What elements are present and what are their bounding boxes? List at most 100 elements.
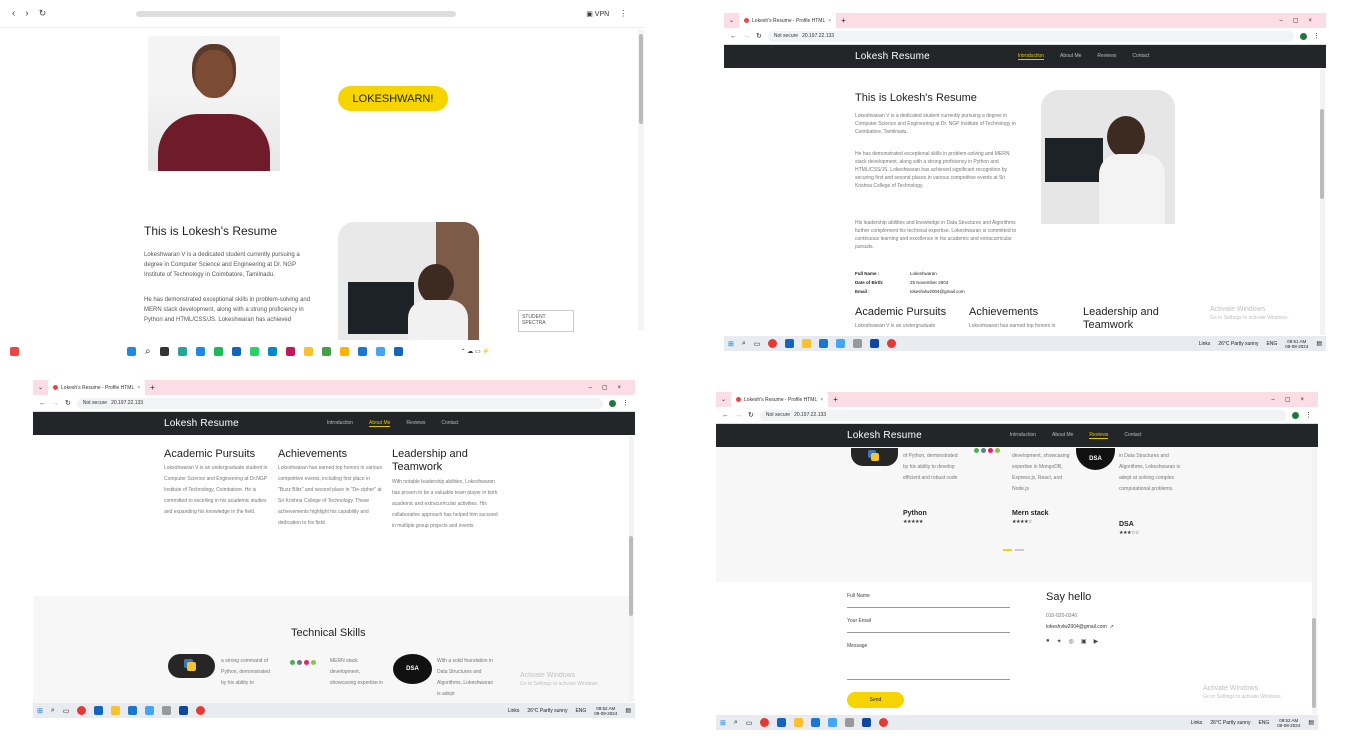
site-brand[interactable]: Lokesh Resume: [855, 51, 930, 62]
page-scrollbar[interactable]: [1320, 69, 1325, 335]
app-icon[interactable]: [836, 339, 846, 348]
app-icon[interactable]: [127, 346, 136, 356]
start-icon[interactable]: ⊞: [37, 707, 43, 715]
tab-list-icon[interactable]: ⌄: [716, 396, 731, 403]
nav-about[interactable]: About Me: [1060, 53, 1081, 60]
carousel-dot-active[interactable]: [1003, 549, 1012, 551]
app-icon[interactable]: [249, 346, 259, 356]
app-icon[interactable]: [853, 339, 863, 348]
app-icon[interactable]: [393, 346, 403, 356]
nav-introduction[interactable]: Introduction: [327, 420, 353, 427]
folder-icon[interactable]: [111, 706, 121, 715]
folder-icon[interactable]: [802, 339, 812, 348]
app-icon[interactable]: [375, 346, 385, 356]
new-tab-icon[interactable]: +: [836, 16, 851, 25]
menu-dots-icon[interactable]: ⋮: [1313, 32, 1320, 40]
url-field[interactable]: Not secure 20.197.22.133: [759, 409, 1286, 421]
message-textarea[interactable]: [847, 650, 1010, 680]
page-scrollbar[interactable]: [629, 436, 634, 702]
app-icon[interactable]: [285, 346, 295, 356]
tray-lang[interactable]: ENG: [1258, 720, 1269, 726]
back-icon[interactable]: ←: [722, 412, 729, 419]
chrome-icon[interactable]: [196, 706, 206, 715]
start-icon[interactable]: ⊞: [720, 719, 726, 727]
close-tab-icon[interactable]: ×: [828, 18, 831, 24]
full-name-input[interactable]: [847, 600, 1010, 608]
back-arrow-icon[interactable]: ‹: [12, 8, 15, 19]
site-brand[interactable]: Lokesh Resume: [847, 430, 922, 441]
app-icon[interactable]: [870, 339, 880, 348]
app-icon[interactable]: [357, 346, 367, 356]
carousel-dot[interactable]: [1015, 549, 1024, 551]
app-icon[interactable]: [811, 718, 821, 727]
chrome-icon[interactable]: [760, 718, 770, 727]
chrome-icon[interactable]: [768, 339, 778, 348]
chrome-icon[interactable]: [77, 706, 87, 715]
browser-tab[interactable]: Lokesh's Resume - Profile HTML ×: [739, 13, 837, 28]
app-icon[interactable]: [267, 346, 277, 356]
email-input[interactable]: [847, 625, 1010, 633]
nav-reviews[interactable]: Reviews: [1089, 432, 1109, 439]
app-icon[interactable]: [195, 346, 205, 356]
new-tab-icon[interactable]: +: [145, 383, 160, 392]
new-tab-icon[interactable]: +: [828, 395, 843, 404]
app-icon[interactable]: [862, 718, 872, 727]
search-icon[interactable]: ⌕: [734, 719, 738, 727]
weather-widget[interactable]: 26°C Partly sunny: [1218, 341, 1258, 347]
send-button[interactable]: Send: [847, 692, 904, 708]
phone-scrollbar[interactable]: [638, 30, 644, 330]
reload-icon[interactable]: ↻: [756, 32, 762, 40]
menu-dots-icon[interactable]: ⋮: [622, 399, 629, 407]
tray-lang[interactable]: ENG: [575, 708, 586, 714]
browser-tab[interactable]: Lokesh's Resume - Profile HTML ×: [731, 392, 829, 407]
search-icon[interactable]: ⌕: [742, 340, 746, 348]
taskbar-links[interactable]: Links: [1191, 720, 1203, 726]
app-icon[interactable]: [179, 706, 189, 715]
chrome-icon[interactable]: [887, 339, 897, 348]
weather-widget[interactable]: 26°C Partly sunny: [527, 708, 567, 714]
notifications-icon[interactable]: ▤: [625, 707, 631, 714]
search-icon[interactable]: ⌕: [51, 707, 55, 715]
nav-about[interactable]: About Me: [1052, 432, 1073, 439]
url-blurred[interactable]: [136, 10, 457, 17]
app-icon[interactable]: [845, 718, 855, 727]
taskbar-links[interactable]: Links: [1199, 341, 1211, 347]
app-icon[interactable]: [128, 706, 138, 715]
app-icon[interactable]: [10, 346, 19, 356]
youtube-icon[interactable]: ▶: [1094, 638, 1099, 645]
menu-dots-icon[interactable]: ⋮: [619, 9, 627, 18]
forward-icon[interactable]: →: [735, 412, 742, 419]
chrome-icon[interactable]: [879, 718, 889, 727]
tray-lang[interactable]: ENG: [1266, 341, 1277, 347]
app-icon[interactable]: [777, 718, 787, 727]
forward-icon[interactable]: →: [743, 33, 750, 40]
url-field[interactable]: Not secure 20.197.22.133: [767, 30, 1294, 42]
task-view-icon[interactable]: ▭: [746, 719, 753, 727]
app-icon[interactable]: [145, 706, 155, 715]
nav-reviews[interactable]: Reviews: [1097, 53, 1116, 60]
task-view-icon[interactable]: ▭: [63, 707, 70, 715]
nav-introduction[interactable]: Introduction: [1010, 432, 1036, 439]
app-icon[interactable]: [177, 346, 187, 356]
notifications-icon[interactable]: ▤: [1308, 719, 1314, 726]
back-icon[interactable]: ←: [39, 400, 46, 407]
twitter-icon[interactable]: ✦: [1057, 638, 1062, 645]
browser-tab[interactable]: Lokesh's Resume - Profile HTML ×: [48, 380, 146, 395]
nav-contact[interactable]: Contact: [441, 420, 458, 427]
menu-dots-icon[interactable]: ⋮: [1305, 411, 1312, 419]
back-icon[interactable]: ←: [730, 33, 737, 40]
notification-toast[interactable]: STUDENT SPECTRA: [518, 310, 574, 332]
site-brand[interactable]: Lokesh Resume: [164, 418, 239, 429]
app-icon[interactable]: [321, 346, 331, 356]
window-controls[interactable]: –▢×: [588, 384, 635, 391]
tray-clock[interactable]: 09:52 AM 09-08-2024: [594, 706, 617, 716]
close-tab-icon[interactable]: ×: [820, 397, 823, 403]
app-icon[interactable]: [231, 346, 241, 356]
reload-icon[interactable]: ↻: [39, 8, 47, 19]
app-icon[interactable]: [303, 346, 313, 356]
forward-icon[interactable]: →: [52, 400, 59, 407]
weather-widget[interactable]: 26°C Partly sunny: [1210, 720, 1250, 726]
url-field[interactable]: Not secure 20.197.22.133: [76, 397, 603, 409]
folder-icon[interactable]: [794, 718, 804, 727]
taskbar-links[interactable]: Links: [508, 708, 520, 714]
